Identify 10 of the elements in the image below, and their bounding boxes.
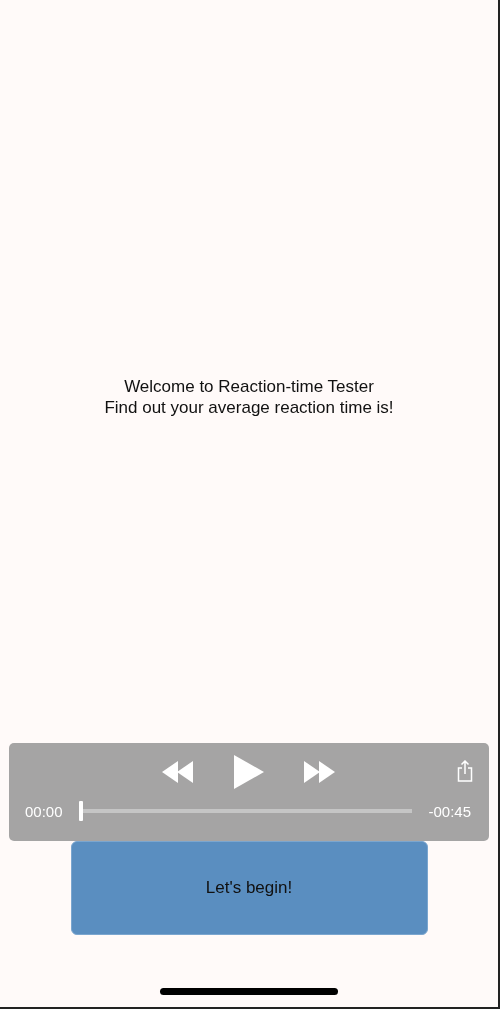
remaining-time: -00:45 bbox=[428, 802, 471, 820]
fast-forward-icon[interactable] bbox=[304, 761, 336, 783]
rewind-icon[interactable] bbox=[162, 761, 194, 783]
elapsed-time: 00:00 bbox=[25, 802, 63, 820]
begin-button[interactable]: Let's begin! bbox=[70, 841, 428, 935]
play-icon[interactable] bbox=[234, 755, 264, 789]
welcome-subtitle: Find out your average reaction time is! bbox=[104, 397, 394, 418]
progress-thumb[interactable] bbox=[78, 801, 83, 821]
share-icon[interactable] bbox=[457, 760, 473, 782]
welcome-title: Welcome to Reaction-time Tester bbox=[124, 376, 374, 397]
